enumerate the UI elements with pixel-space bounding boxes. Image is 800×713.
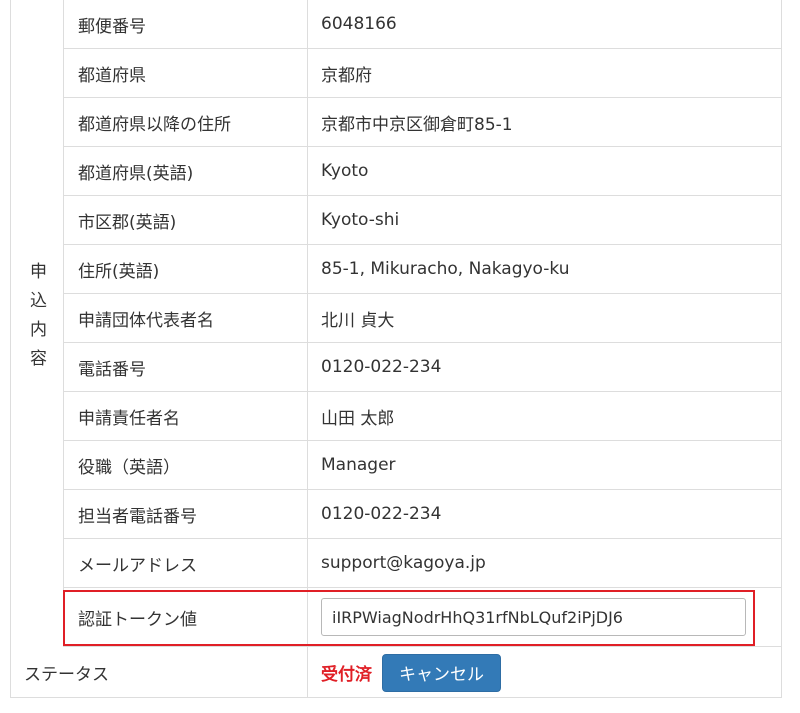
row-value: 0120-022-234 (321, 357, 442, 377)
table-row-prefecture: 都道府県 京都府 (64, 49, 782, 98)
table-row-auth-token: 認証トークン値 (64, 588, 782, 647)
table-row-status: ステータス 受付済 キャンセル (10, 647, 782, 698)
table-row-postal-code: 郵便番号 6048166 (64, 0, 782, 49)
section-group-label: 申込内容 (10, 0, 64, 647)
row-value: 京都市中京区御倉町85-1 (321, 114, 513, 135)
row-value: 85-1, Mikuracho, Nakagyo-ku (321, 259, 570, 279)
row-label: 認証トークン値 (64, 588, 308, 646)
row-label: 住所(英語) (64, 245, 308, 293)
row-value: 山田 太郎 (321, 408, 395, 429)
table-row-title-en: 役職（英語） Manager (64, 441, 782, 490)
table-row-prefecture-en: 都道府県(英語) Kyoto (64, 147, 782, 196)
table-row-city-en: 市区郡(英語) Kyoto-shi (64, 196, 782, 245)
table-row-address: 都道府県以降の住所 京都市中京区御倉町85-1 (64, 98, 782, 147)
row-label: 都道府県以降の住所 (64, 98, 308, 146)
row-label: 申請団体代表者名 (64, 294, 308, 342)
row-label: 郵便番号 (64, 0, 308, 48)
row-label: 都道府県(英語) (64, 147, 308, 195)
table-row-representative: 申請団体代表者名 北川 貞大 (64, 294, 782, 343)
table-row-address-en: 住所(英語) 85-1, Mikuracho, Nakagyo-ku (64, 245, 782, 294)
row-value: Kyoto (321, 161, 369, 181)
row-label: 役職（英語） (64, 441, 308, 489)
row-label: メールアドレス (64, 539, 308, 587)
section-group-label-text: 申込内容 (26, 261, 46, 378)
row-label: 申請責任者名 (64, 392, 308, 440)
table-row-applicant: 申請責任者名 山田 太郎 (64, 392, 782, 441)
row-value: Manager (321, 455, 396, 475)
row-value: Kyoto-shi (321, 210, 400, 230)
status-badge: 受付済 (321, 665, 372, 685)
table-row-contact-phone: 担当者電話番号 0120-022-234 (64, 490, 782, 539)
row-value: 6048166 (321, 14, 397, 34)
row-value-token (308, 588, 782, 646)
row-value: 0120-022-234 (321, 504, 442, 524)
row-label: 都道府県 (64, 49, 308, 97)
auth-token-input[interactable] (321, 598, 746, 636)
row-label: 担当者電話番号 (64, 490, 308, 538)
row-value: support@kagoya.jp (321, 553, 486, 573)
row-label: 市区郡(英語) (64, 196, 308, 244)
row-value: 京都府 (321, 65, 372, 86)
table-row-email: メールアドレス support@kagoya.jp (64, 539, 782, 588)
cancel-button[interactable]: キャンセル (382, 653, 501, 692)
row-label: 電話番号 (64, 343, 308, 391)
table-row-phone: 電話番号 0120-022-234 (64, 343, 782, 392)
row-value: 北川 貞大 (321, 310, 395, 331)
status-value-cell: 受付済 キャンセル (308, 647, 782, 698)
status-label: ステータス (10, 647, 308, 698)
